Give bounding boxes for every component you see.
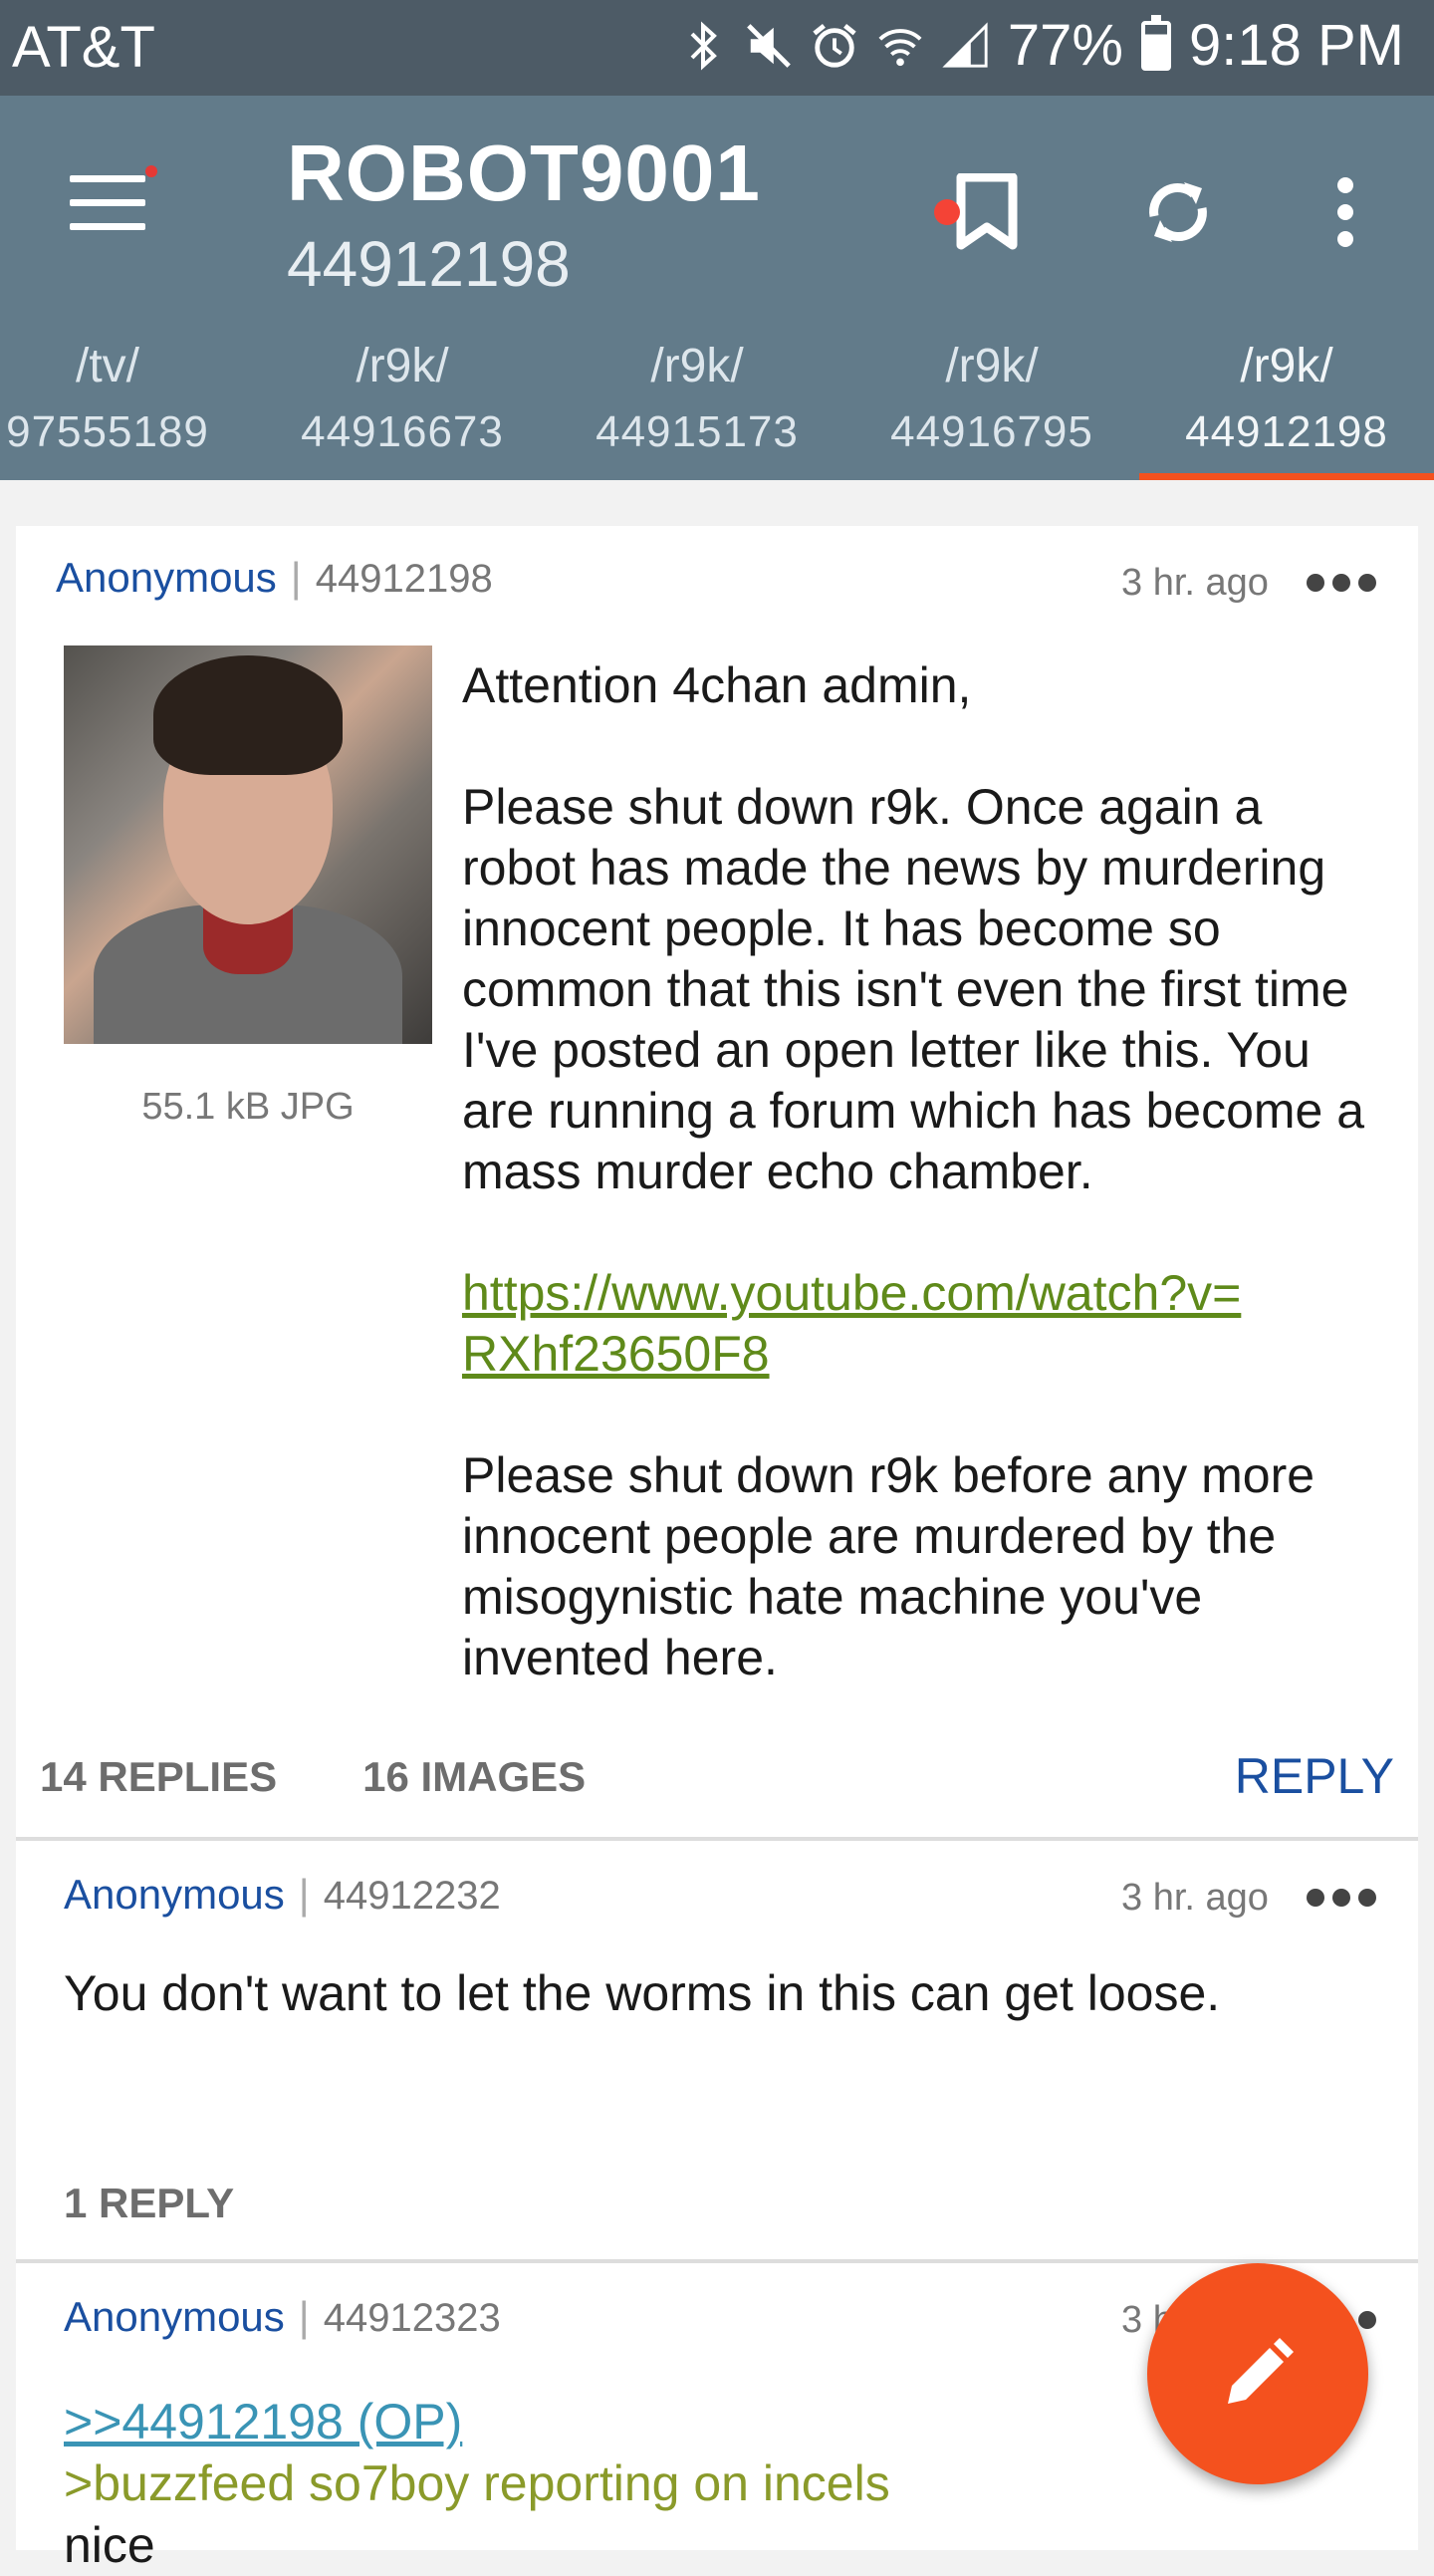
refresh-icon[interactable] bbox=[1133, 167, 1223, 257]
status-icons: 77% 9:18 PM bbox=[679, 12, 1404, 79]
post-author[interactable]: Anonymous bbox=[56, 554, 277, 601]
pencil-icon bbox=[1228, 2338, 1294, 2404]
post-number[interactable]: 44912323 bbox=[324, 2296, 501, 2340]
notification-dot bbox=[145, 165, 157, 177]
status-bar: AT&T 77% 9:18 PM bbox=[0, 0, 1434, 96]
battery-icon bbox=[1141, 14, 1171, 71]
post-text-block: >>44912198 (OP) >buzzfeed so7boy reporti… bbox=[64, 2391, 890, 2576]
op-post: Anonymous | 44912198 3 hr. ago 55.1 kB JPG… bbox=[16, 526, 1418, 1837]
post-paragraph: Please shut down r9k before any more inn… bbox=[462, 1447, 1315, 1685]
alarm-icon bbox=[811, 16, 858, 76]
tab-thread: 97555189 bbox=[6, 407, 209, 456]
post-author[interactable]: Anonymous bbox=[64, 1871, 285, 1918]
tab-board: /tv/ bbox=[75, 340, 139, 392]
clock: 9:18 PM bbox=[1189, 13, 1404, 78]
tab-board: /r9k/ bbox=[1240, 340, 1333, 392]
bluetooth-icon bbox=[679, 16, 727, 76]
post-link-block: https://www.youtube.com/watch?v= RXhf2365… bbox=[462, 1263, 1388, 1385]
post-thumbnail[interactable] bbox=[64, 645, 432, 1044]
post-paragraph: Attention 4chan admin, bbox=[462, 657, 972, 713]
post-number[interactable]: 44912198 bbox=[316, 557, 493, 601]
tab-board: /r9k/ bbox=[356, 340, 449, 392]
thread-number: 44912198 bbox=[287, 228, 571, 300]
wifi-icon bbox=[876, 16, 924, 76]
tab-thread: 44916795 bbox=[890, 407, 1093, 456]
tab-1[interactable]: /r9k/ 44916673 bbox=[255, 327, 550, 480]
battery-percent: 77% bbox=[1007, 13, 1123, 78]
active-tab-indicator bbox=[1139, 473, 1434, 480]
post-author[interactable]: Anonymous bbox=[64, 2293, 285, 2340]
more-vert-icon[interactable] bbox=[1301, 167, 1390, 257]
reply-count[interactable]: 14 REPLIES bbox=[40, 1753, 277, 1800]
tab-thread: 44912198 bbox=[1185, 407, 1388, 456]
reply-count[interactable]: 1 REPLY bbox=[64, 2180, 234, 2226]
quote-link[interactable]: >>44912198 (OP) bbox=[64, 2391, 890, 2452]
thread-title: ROBOT9001 bbox=[287, 129, 761, 217]
greentext-line: >buzzfeed so7boy reporting on incels bbox=[64, 2455, 890, 2511]
tab-4[interactable]: /r9k/ 44912198 bbox=[1139, 327, 1434, 480]
app-bar: ROBOT9001 44912198 /tv/ 97555189 /r9k/ 4… bbox=[0, 96, 1434, 480]
image-count[interactable]: 16 IMAGES bbox=[362, 1753, 586, 1800]
post-time: 3 hr. ago bbox=[1121, 1877, 1269, 1919]
reply-button[interactable]: REPLY bbox=[1235, 1747, 1394, 1805]
tab-board: /r9k/ bbox=[945, 340, 1039, 392]
post-number[interactable]: 44912232 bbox=[324, 1874, 501, 1918]
thread-tabs: /tv/ 97555189 /r9k/ 44916673 /r9k/ 44915… bbox=[0, 327, 1434, 480]
unread-dot bbox=[934, 199, 960, 225]
post-time: 3 hr. ago bbox=[1121, 562, 1269, 604]
header-separator: | bbox=[298, 2293, 310, 2340]
post-header: Anonymous | 44912323 bbox=[64, 2293, 501, 2341]
post-menu-icon[interactable] bbox=[1307, 574, 1376, 592]
tab-3[interactable]: /r9k/ 44916795 bbox=[844, 327, 1139, 480]
carrier-label: AT&T bbox=[12, 15, 155, 80]
compose-button[interactable] bbox=[1147, 2263, 1368, 2484]
tab-thread: 44916673 bbox=[301, 407, 504, 456]
youtube-link[interactable]: https://www.youtube.com/watch?v= RXhf2365… bbox=[462, 1265, 1241, 1382]
post-body: Attention 4chan admin, Please shut down … bbox=[462, 655, 1388, 1749]
header-separator: | bbox=[298, 1871, 310, 1918]
post-stats: 1 REPLY bbox=[64, 2180, 320, 2227]
post-paragraph: Please shut down r9k. Once again a robot… bbox=[462, 779, 1365, 1199]
mute-icon bbox=[745, 16, 793, 76]
post-stats: 14 REPLIES 16 IMAGES bbox=[40, 1753, 671, 1801]
post-menu-icon[interactable] bbox=[1307, 1889, 1376, 1907]
signal-icon bbox=[942, 16, 990, 76]
menu-icon[interactable] bbox=[70, 175, 153, 245]
tab-2[interactable]: /r9k/ 44915173 bbox=[550, 327, 844, 480]
reply-post: Anonymous | 44912232 3 hr. ago You don't w… bbox=[16, 1841, 1418, 2259]
post-header: Anonymous | 44912198 bbox=[56, 554, 493, 602]
post-header: Anonymous | 44912232 bbox=[64, 1871, 501, 1919]
header-separator: | bbox=[290, 554, 302, 601]
file-info: 55.1 kB JPG bbox=[141, 1086, 355, 1128]
post-text: You don't want to let the worms in this … bbox=[64, 1965, 1221, 2021]
tab-0[interactable]: /tv/ 97555189 bbox=[0, 327, 255, 480]
post-text: nice bbox=[64, 2517, 155, 2573]
tab-thread: 44915173 bbox=[596, 407, 799, 456]
tab-board: /r9k/ bbox=[650, 340, 744, 392]
